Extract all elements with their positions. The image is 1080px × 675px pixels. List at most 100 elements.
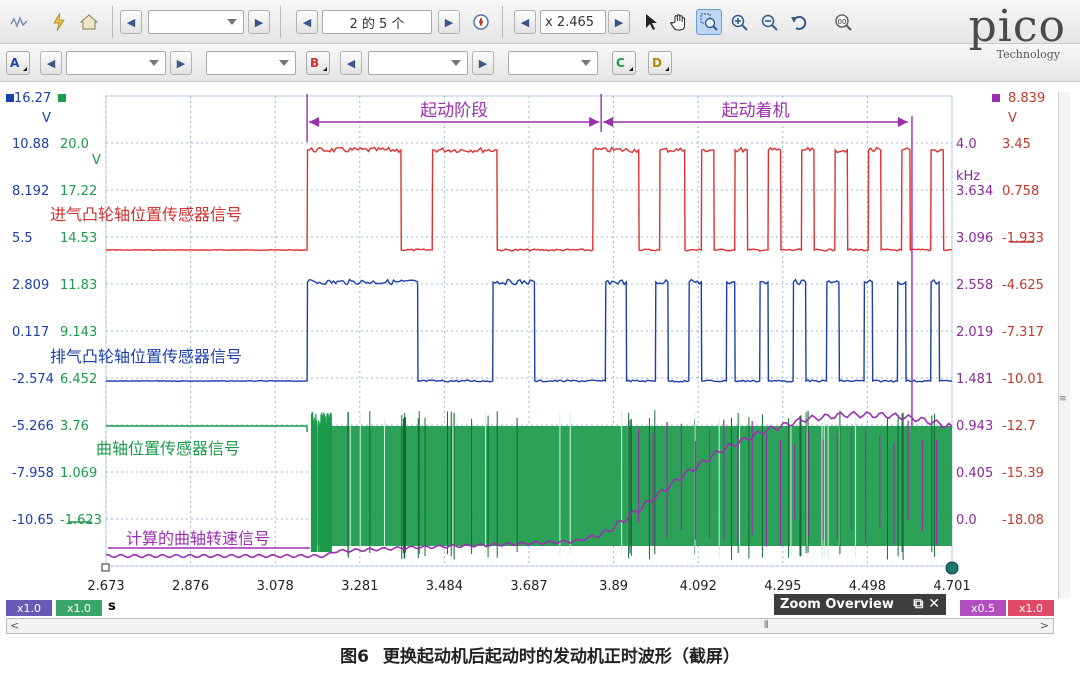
green-axis-tick: 6.452 [60, 372, 97, 387]
phase2-label: 起动着机 [722, 101, 790, 121]
channel-b-next-button[interactable]: ▶ [472, 51, 494, 75]
scroll-right-icon[interactable]: > [1040, 619, 1049, 632]
green-axis-tick: 20.0 [60, 137, 89, 152]
channel-c-multiplier[interactable]: x1.0 [56, 600, 102, 616]
channel-b-button[interactable]: B [306, 51, 330, 75]
channel-b-prev-button[interactable]: ◀ [340, 51, 362, 75]
x-tick-label: 2.876 [172, 579, 209, 594]
x-tick-label: 3.687 [510, 579, 547, 594]
zoom-fit-icon[interactable]: 00 [830, 9, 856, 35]
trigger-lightning-icon[interactable] [46, 9, 72, 35]
red-axis-tick: -1.933 [1002, 231, 1044, 246]
corner-right-value: 8.839 [1008, 91, 1045, 106]
channel-d-multiplier[interactable]: x1.0 [1008, 600, 1054, 616]
chevron-down-icon [581, 60, 591, 66]
arrow-head [589, 117, 600, 127]
channel-d-button[interactable]: D [648, 51, 672, 75]
channel-a-label: A [10, 56, 20, 70]
compass-icon[interactable] [468, 9, 494, 35]
chevron-down-icon [279, 60, 289, 66]
green-axis-tick: -1.623 [60, 513, 102, 528]
x-tick-label: 3.281 [341, 579, 378, 594]
zoom-overview-panel[interactable]: Zoom Overview ⧉ ✕ [774, 594, 946, 615]
restore-close-icons[interactable]: ⧉ ✕ [913, 596, 940, 612]
channel-a-coupling-select[interactable] [206, 51, 296, 75]
khz-axis-tick: 1.481 [956, 372, 993, 387]
channel-a-multiplier[interactable]: x1.0 [6, 600, 52, 616]
x-tick-label: 4.092 [680, 579, 717, 594]
channel-a-button[interactable]: A [6, 51, 30, 75]
red-axis-tick: 0.758 [1002, 184, 1039, 199]
channel-a-prev-button[interactable]: ◀ [40, 51, 62, 75]
x-unit-label: s [108, 599, 116, 614]
x-tick-label: 3.078 [257, 579, 294, 594]
channel-a-next-button[interactable]: ▶ [170, 51, 192, 75]
next-arrow-button[interactable]: ▶ [248, 10, 270, 34]
chevron-down-icon [227, 19, 237, 25]
channel-c-marker [58, 94, 66, 102]
svg-text:00: 00 [838, 18, 847, 26]
zoom-in-icon[interactable] [726, 9, 752, 35]
zoom-overview-title: Zoom Overview [780, 597, 894, 612]
x-tick-label: 4.295 [764, 579, 801, 594]
green-axis-tick: 17.22 [60, 184, 97, 199]
channel-d-label: D [652, 56, 662, 70]
channel-b-coupling-select[interactable] [508, 51, 598, 75]
x-tick-label: 3.89 [599, 579, 628, 594]
main-toolbar: ◀ ▶ ◀ 2 的 5 个 ▶ ◀ x 2.465 ▶ 00 [0, 0, 1080, 44]
zoom-level-field[interactable]: x 2.465 [540, 10, 606, 34]
vertical-scrollbar[interactable]: ≡ [1056, 92, 1072, 598]
zoom-prev-button[interactable]: ◀ [514, 10, 536, 34]
corner-left-unit: V [42, 111, 51, 126]
pico-logo: pico Technology [926, 2, 1066, 78]
channel-b-marker [992, 94, 1000, 102]
x-tick-label: 4.701 [933, 579, 970, 594]
green-axis-tick: 11.83 [60, 278, 97, 293]
blue-axis-tick: 5.5 [12, 231, 33, 246]
scroll-left-icon[interactable]: < [10, 619, 19, 632]
horizontal-scrollbar[interactable]: < ⦀ > [6, 618, 1054, 634]
bottom-right-marker [945, 561, 959, 575]
blue-axis-tick: 10.88 [12, 137, 49, 152]
green-axis-tick: 3.76 [60, 419, 89, 434]
buffer-prev-button[interactable]: ◀ [296, 10, 318, 34]
channel-a-range-select[interactable] [66, 51, 166, 75]
green-axis-tick: 9.143 [60, 325, 97, 340]
timebase-select[interactable] [148, 10, 244, 34]
zoom-next-button[interactable]: ▶ [608, 10, 630, 34]
home-icon[interactable] [76, 9, 102, 35]
arrow-head [897, 117, 908, 127]
x-tick-label: 2.673 [87, 579, 124, 594]
green-axis-tick: 14.53 [60, 231, 97, 246]
prev-arrow-button[interactable]: ◀ [120, 10, 142, 34]
buffer-page-label: 2 的 5 个 [349, 16, 405, 32]
scroll-thumb-grip[interactable]: ⦀ [764, 620, 768, 631]
hand-icon[interactable] [666, 9, 692, 35]
red-axis-tick: -4.625 [1002, 278, 1044, 293]
bottom-left-marker [101, 563, 110, 572]
crank-signal-label: 曲轴位置传感器信号 [96, 439, 240, 458]
khz-axis-tick: 4.0 [956, 137, 977, 152]
zoom-select-icon[interactable] [696, 9, 722, 35]
buffer-next-button[interactable]: ▶ [438, 10, 460, 34]
khz-axis-tick: 0.943 [956, 419, 993, 434]
channel-b-multiplier[interactable]: x0.5 [960, 600, 1006, 616]
waveform-icon[interactable] [6, 9, 32, 35]
pointer-icon[interactable] [638, 9, 664, 35]
channel-c-button[interactable]: C [612, 51, 636, 75]
intake-signal-label: 进气凸轮轴位置传感器信号 [50, 205, 242, 224]
zoom-out-icon[interactable] [756, 9, 782, 35]
scope-chart[interactable]: 2.673 2.876 3.078 3.281 3.484 3.687 3.89 4.092 4… [0, 82, 1080, 598]
rpm-signal-label: 计算的曲轴转速信号 [126, 529, 270, 548]
undo-zoom-icon[interactable] [786, 9, 812, 35]
vscroll-grip[interactable]: ≡ [1059, 394, 1067, 404]
multiplier-label: x1.0 [1018, 601, 1043, 615]
khz-axis-unit: kHz [956, 169, 980, 184]
blue-axis-tick: -10.65 [12, 513, 54, 528]
crank-dense-block [317, 426, 952, 546]
channel-b-range-select[interactable] [368, 51, 468, 75]
figure-caption: 图6 更换起动机后起动时的发动机正时波形（截屏） [0, 642, 1080, 667]
buffer-page-field[interactable]: 2 的 5 个 [322, 10, 432, 34]
khz-axis-tick: 0.0 [956, 513, 977, 528]
blue-axis-tick: 0.117 [12, 325, 49, 340]
